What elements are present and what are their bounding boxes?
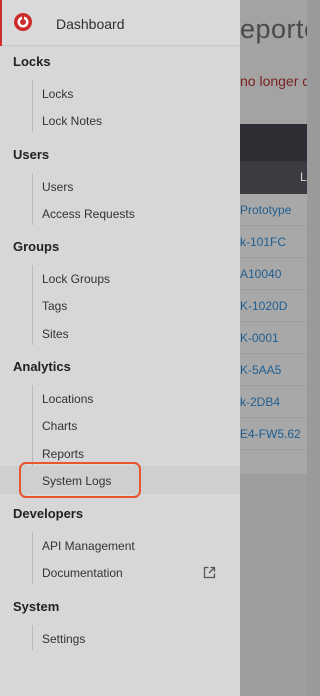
app-root: eporte no longer co L Prototype k-101FC …: [0, 0, 307, 696]
table-cell: Prototype: [240, 203, 292, 217]
sidebar-item-reports[interactable]: Reports: [42, 447, 84, 461]
table-row: Prototype: [240, 194, 307, 226]
group-divider: [32, 173, 33, 225]
active-accent-bar: [0, 0, 2, 46]
sidebar-item-documentation[interactable]: Documentation: [42, 566, 123, 580]
background-toolbar: [240, 124, 307, 161]
sidebar-item-locks[interactable]: Locks: [42, 87, 73, 101]
section-title-users: Users: [13, 147, 50, 162]
sidebar-item-charts[interactable]: Charts: [42, 419, 77, 433]
group-divider: [32, 532, 33, 584]
group-divider: [32, 625, 33, 650]
section-title-developers: Developers: [13, 506, 84, 521]
background-page-title: eporte: [240, 14, 307, 44]
logo-icon: [13, 12, 33, 32]
section-title-analytics: Analytics: [13, 359, 71, 374]
table-cell: K-0001: [240, 331, 279, 345]
table-row: K-1020D: [240, 290, 307, 322]
background-lower-area: [240, 474, 307, 696]
sidebar-item-lock-groups[interactable]: Lock Groups: [42, 272, 110, 286]
sidebar-item-lock-notes[interactable]: Lock Notes: [42, 114, 102, 128]
dashboard-link[interactable]: Dashboard: [0, 0, 240, 46]
table-row: k-101FC: [240, 226, 307, 258]
sidebar-item-locations[interactable]: Locations: [42, 392, 93, 406]
sidebar: Dashboard Locks Locks Lock Notes Users U…: [0, 0, 240, 696]
table-row: A10040: [240, 258, 307, 290]
sidebar-item-api-management[interactable]: API Management: [42, 539, 135, 553]
sidebar-item-sites[interactable]: Sites: [42, 327, 69, 341]
background-warning-text: no longer co: [240, 73, 307, 89]
table-cell: K-5AA5: [240, 363, 282, 377]
background-column-header: L: [300, 170, 307, 184]
background-table-header: [240, 161, 307, 194]
sidebar-item-access-requests[interactable]: Access Requests: [42, 207, 135, 221]
table-row: k-2DB4: [240, 386, 307, 418]
table-cell: k-2DB4: [240, 395, 281, 409]
dashboard-label: Dashboard: [56, 16, 125, 32]
table-cell: k-101FC: [240, 235, 287, 249]
table-cell: E4-FW5.62: [240, 427, 301, 441]
table-row: K-0001: [240, 322, 307, 354]
section-title-groups: Groups: [13, 239, 60, 254]
table-cell: K-1020D: [240, 299, 288, 313]
group-divider: [32, 80, 33, 132]
table-row: E4-FW5.62: [240, 418, 307, 450]
group-divider: [32, 265, 33, 345]
sidebar-item-settings[interactable]: Settings: [42, 632, 85, 646]
section-title-locks: Locks: [13, 54, 51, 69]
section-title-system: System: [13, 599, 60, 614]
table-row: K-5AA5: [240, 354, 307, 386]
sidebar-item-users[interactable]: Users: [42, 180, 73, 194]
table-cell: A10040: [240, 267, 282, 281]
external-link-icon[interactable]: [203, 566, 216, 579]
highlight-annotation-box: [19, 462, 141, 498]
sidebar-item-tags[interactable]: Tags: [42, 299, 67, 313]
